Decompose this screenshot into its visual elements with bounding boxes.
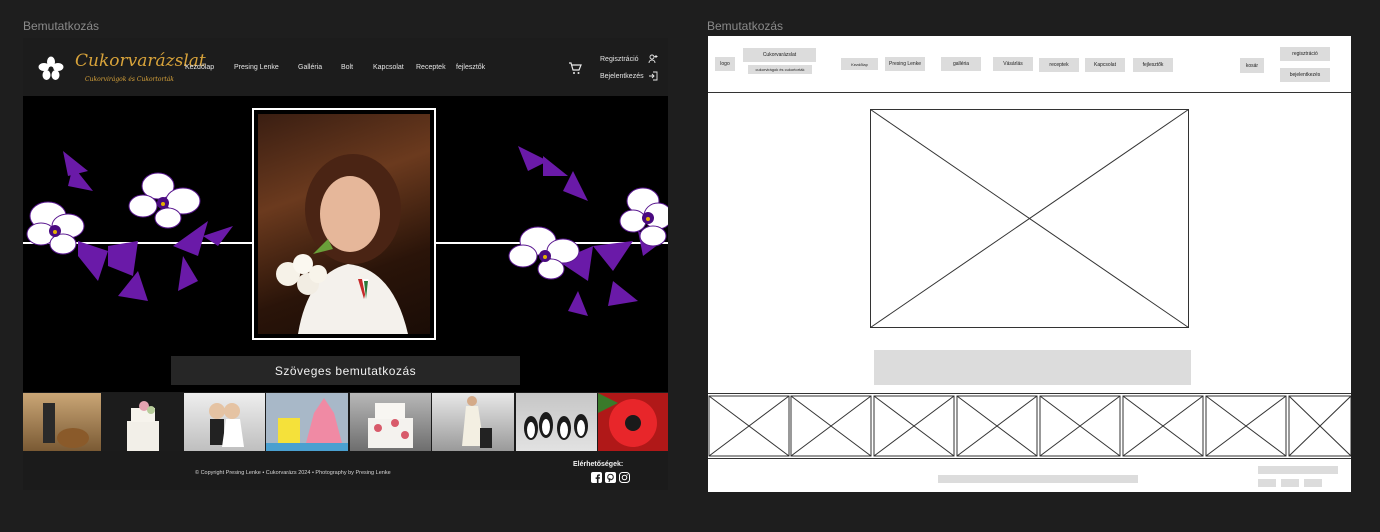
gallery-thumb-red-poppy[interactable] [598, 393, 668, 451]
wf-subtitle: cukorvirágok és cukortorták [748, 65, 812, 74]
instagram-icon[interactable] [619, 472, 630, 483]
gallery-strip [23, 393, 668, 451]
wf-nav-developers: fejlesztők [1133, 58, 1173, 72]
wf-nav-home: Kezdőlap [841, 58, 878, 70]
nav-recipes[interactable]: Receptek [416, 64, 446, 71]
wf-gallery-strip [708, 393, 1351, 459]
gallery-thumb-wedding-topper[interactable] [184, 393, 265, 451]
nav-developers[interactable]: fejlesztők [456, 64, 485, 71]
gallery-thumb-white-cake[interactable] [102, 393, 183, 451]
wf-nav-shop: Vásárlás [993, 57, 1033, 71]
brand-subtitle: Cukorvirágok és Cukortorták [85, 76, 174, 83]
login-link[interactable]: Bejelentkezés [600, 73, 644, 80]
login-icon[interactable] [648, 71, 658, 81]
top-navigation: Cukorvarázslat Cukorvirágok és Cukortort… [23, 38, 668, 96]
hero-section: Szöveges bemutatkozás [23, 96, 668, 392]
frame-label-design: Bemutatkozás [23, 19, 100, 33]
shopping-cart-icon[interactable] [568, 61, 582, 75]
contact-heading: Elérhetőségek: [573, 461, 624, 468]
wf-nav-presing-lenke: Presing Lenke [885, 57, 925, 71]
wf-nav-contact: Kapcsolat [1085, 58, 1125, 72]
nav-contact[interactable]: Kapcsolat [373, 64, 404, 71]
wf-register: regisztráció [1280, 47, 1330, 61]
wf-social-placeholder-2 [1281, 479, 1299, 487]
orchid-decoration-right [508, 146, 668, 316]
wf-social-placeholder-1 [1258, 479, 1276, 487]
frame-label-wireframe: Bemutatkozás [707, 19, 784, 33]
nav-presing-lenke[interactable]: Presing Lenke [234, 64, 279, 71]
add-user-icon[interactable] [648, 54, 658, 64]
wf-title: Cukorvarázslat [743, 48, 816, 62]
gallery-thumb-rose-cake[interactable] [350, 393, 431, 451]
wf-cart: kosár [1240, 58, 1264, 73]
wireframe-navigation: logo Cukorvarázslat cukorvirágok és cuko… [708, 36, 1351, 93]
wf-intro-text-placeholder [874, 350, 1191, 385]
orchid-flower-icon[interactable] [38, 56, 64, 82]
wf-nav-gallery: galléria [941, 57, 981, 71]
wf-login: bejelentkezés [1280, 68, 1330, 82]
gallery-thumb-dog[interactable] [23, 393, 101, 451]
intro-text-box: Szöveges bemutatkozás [171, 356, 520, 385]
wf-contact-heading-placeholder [1258, 466, 1338, 474]
portrait-frame [252, 108, 436, 340]
nav-gallery[interactable]: Galléria [298, 64, 322, 71]
nav-shop[interactable]: Bolt [341, 64, 353, 71]
wireframe-frame: logo Cukorvarázslat cukorvirágok és cuko… [708, 36, 1351, 492]
facebook-icon[interactable] [591, 472, 602, 483]
design-frame: Cukorvarázslat Cukorvirágok és Cukortort… [23, 38, 668, 490]
register-link[interactable]: Regisztráció [600, 56, 639, 63]
nav-home[interactable]: Kezdőlap [185, 64, 214, 71]
portrait-photo [258, 114, 430, 334]
gallery-thumb-penguins[interactable] [516, 393, 597, 451]
wf-logo: logo [715, 57, 735, 71]
gallery-thumb-spongebob[interactable] [266, 393, 348, 451]
wf-hero-image-placeholder [870, 109, 1189, 328]
orchid-decoration-left [26, 151, 233, 301]
footer-copyright: © Copyright Presing Lenke • Cukorvarázs … [195, 470, 391, 476]
wf-footer-copyright-placeholder [938, 475, 1138, 483]
gallery-thumb-wedding-couple[interactable] [432, 393, 514, 451]
wf-social-placeholder-3 [1304, 479, 1322, 487]
pinterest-icon[interactable] [605, 472, 616, 483]
wf-nav-recipes: receptek [1039, 58, 1079, 72]
